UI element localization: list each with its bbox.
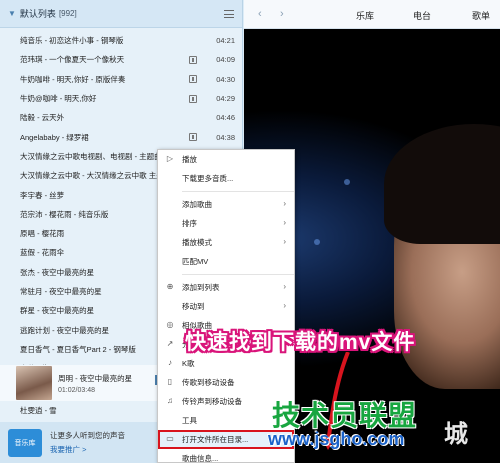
playlist-count: [992]	[58, 9, 77, 18]
forward-arrow-icon[interactable]: ›	[280, 8, 284, 20]
phone-icon: ▯	[167, 377, 173, 386]
table-row[interactable]: 牛奶@咖啡 - 明天,你好 04:29	[0, 89, 242, 108]
menu-item[interactable]: ⊕ 添加到列表 ›	[158, 278, 294, 297]
menu-icon[interactable]	[224, 9, 234, 18]
song-title: 陆毅 - 云天外	[20, 113, 65, 123]
menu-separator	[182, 274, 294, 275]
menu-item[interactable]: 下载更多音质...	[158, 169, 294, 188]
similar-icon: ◎	[166, 320, 174, 329]
menu-item-label: 添加歌曲	[182, 200, 212, 209]
menu-item-label: 添加到列表	[182, 283, 220, 292]
song-duration: 04:38	[216, 132, 235, 142]
menu-item[interactable]: 移动到 ›	[158, 297, 294, 316]
bokeh-light	[344, 179, 350, 185]
watermark-url: www.jsgho.com	[268, 429, 405, 449]
table-row[interactable]: 陆毅 - 云天外 04:46	[0, 108, 242, 127]
menu-item-label: 歌曲信息...	[182, 454, 219, 463]
menu-separator	[182, 191, 294, 192]
bokeh-light	[314, 239, 320, 245]
album-art-thumbnail	[16, 366, 52, 400]
menu-item[interactable]: ▯ 传歌到移动设备	[158, 373, 294, 392]
song-title: 纯音乐 - 初恋这件小事 - 钢琴版	[20, 36, 124, 46]
menu-item[interactable]: 匹配MV	[158, 252, 294, 271]
table-row[interactable]: 范玮琪 - 一个像夏天一个像秋天 04:09	[0, 50, 242, 69]
menu-item-label: 传铃声到移动设备	[182, 397, 242, 406]
bell-icon: ♫	[167, 396, 173, 405]
song-title: 范玮琪 - 一个像夏天一个像秋天	[20, 55, 125, 65]
mv-placeholder	[189, 114, 197, 122]
menu-item[interactable]: 排序 ›	[158, 214, 294, 233]
menu-item-label: 工具	[182, 416, 197, 425]
menu-item[interactable]: ♪ K歌	[158, 354, 294, 373]
menu-item-label: 排序	[182, 219, 197, 228]
song-title: 牛奶咖啡 - 明天,你好 - 原版伴奏	[20, 74, 126, 84]
song-duration: 04:21	[216, 36, 235, 46]
mv-icon[interactable]	[189, 133, 197, 142]
tab-yueku[interactable]: 乐库	[356, 9, 374, 22]
share-icon: ↗	[166, 339, 174, 348]
promo-text: 让更多人听到您的声音	[50, 431, 125, 440]
chevron-right-icon: ›	[283, 282, 286, 291]
tab-diantai[interactable]: 电台	[413, 9, 431, 22]
watermark-stamp: 城	[444, 421, 468, 448]
music-library-logo: 音乐库	[8, 428, 42, 457]
playlist-title: 默认列表	[19, 9, 56, 19]
mv-icon[interactable]	[189, 94, 197, 103]
play-icon: ▷	[166, 154, 174, 163]
song-duration: 04:29	[216, 94, 235, 104]
table-row[interactable]: 牛奶咖啡 - 明天,你好 - 原版伴奏 04:30	[0, 70, 242, 89]
tab-gedan[interactable]: 歌单	[472, 9, 490, 22]
tutorial-caption: 快速找到下载的mv文件	[185, 331, 416, 354]
promo-link[interactable]: 我要推广 >	[50, 444, 125, 455]
menu-item-label: K歌	[182, 359, 195, 368]
table-row[interactable]: 纯音乐 - 初恋这件小事 - 钢琴版 04:21	[0, 31, 242, 50]
top-nav-bar: ‹ › 乐库 电台 歌单	[244, 0, 500, 29]
chevron-right-icon: ›	[283, 199, 286, 208]
chevron-right-icon: ›	[283, 218, 286, 227]
song-title: Angelababy - 绿罗裙	[20, 132, 89, 142]
song-duration: 04:46	[216, 113, 235, 123]
menu-item-label: 打开文件所在目录...	[182, 435, 249, 444]
chevron-down-icon[interactable]: ▼	[8, 9, 16, 18]
back-arrow-icon[interactable]: ‹	[258, 8, 262, 20]
menu-item-label: 下载更多音质...	[182, 174, 234, 183]
mv-icon[interactable]	[189, 75, 197, 84]
menu-item[interactable]: ▷ 播放	[158, 150, 294, 169]
song-duration: 04:09	[216, 55, 235, 65]
folder-icon: ▭	[166, 434, 174, 443]
table-row[interactable]: Angelababy - 绿罗裙 04:38	[0, 127, 242, 146]
menu-item-label: 移动到	[182, 302, 205, 311]
menu-item[interactable]: 播放模式 ›	[158, 233, 294, 252]
menu-item[interactable]: 歌曲信息...	[158, 449, 294, 463]
chevron-right-icon: ›	[283, 301, 286, 310]
mv-placeholder	[189, 37, 197, 45]
watermark-logo: 技术员联盟	[272, 400, 418, 431]
menu-item-label: 播放	[182, 155, 197, 164]
mv-icon[interactable]	[189, 55, 197, 64]
now-playing-title: 周明 - 夜空中最亮的星	[58, 373, 133, 383]
now-playing-time: 01:02/03:48	[58, 386, 95, 394]
mic-icon: ♪	[168, 358, 172, 367]
chevron-right-icon: ›	[283, 237, 286, 246]
menu-item-label: 播放模式	[182, 238, 212, 247]
add-icon: ⊕	[166, 282, 174, 291]
song-duration: 04:30	[216, 74, 235, 84]
song-title: 牛奶@咖啡 - 明天,你好	[20, 94, 97, 104]
menu-item[interactable]: 添加歌曲 ›	[158, 195, 294, 214]
menu-item-label: 传歌到移动设备	[182, 378, 235, 387]
playlist-header[interactable]: ▼ 默认列表 [992]	[0, 0, 242, 28]
menu-item-label: 匹配MV	[182, 257, 209, 266]
